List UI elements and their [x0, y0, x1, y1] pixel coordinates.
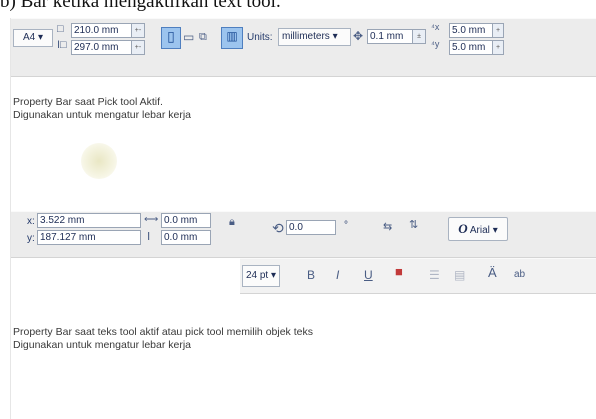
- y-position-input[interactable]: 187.127 mm: [37, 230, 141, 245]
- y-position-label: y:: [27, 233, 35, 244]
- alignment-icon[interactable]: ☰: [429, 267, 440, 283]
- italic-icon[interactable]: I: [336, 267, 339, 283]
- nudge-icon: ✥: [353, 29, 364, 43]
- chevron-down-icon: ▾: [37, 32, 44, 43]
- units-label: Units:: [247, 32, 273, 43]
- object-width-icon: ⟷: [144, 214, 159, 225]
- caption-line: Property Bar saat teks tool aktif atau p…: [13, 326, 313, 338]
- duplicate-distance-x-icon: ⁴x: [431, 22, 440, 32]
- duplicate-distance-y-input[interactable]: 5.0 mm: [449, 40, 493, 55]
- duplicate-distance-x-input[interactable]: 5.0 mm: [449, 23, 493, 38]
- paper-size-value: A4: [22, 32, 36, 43]
- lock-ratio-icon[interactable]: 🔒︎: [229, 214, 235, 230]
- page-height-input[interactable]: 297.0 mm: [71, 40, 132, 55]
- chevron-down-icon: ▾: [271, 270, 277, 281]
- x-position-label: x:: [27, 216, 35, 227]
- x-position-input[interactable]: 3.522 mm: [37, 213, 141, 228]
- caption-pick-tool: Property Bar saat Pick tool Aktif. Digun…: [13, 96, 191, 122]
- font-size-dropdown[interactable]: 24 pt ▾: [242, 265, 280, 287]
- edit-text-icon[interactable]: ab: [514, 267, 525, 283]
- property-bar-text-tool: x: 3.522 mm y: 187.127 mm ⟷ 0.0 mm Ⅰ 0.0…: [11, 211, 596, 258]
- text-color-icon[interactable]: ■: [395, 264, 403, 280]
- object-height-input[interactable]: 0.0 mm: [161, 230, 211, 245]
- paper-size-dropdown[interactable]: A4 ▾: [13, 29, 53, 47]
- mirror-horizontal-icon[interactable]: ⇆: [383, 219, 392, 235]
- caption-line: Digunakan untuk mengatur lebar kerja: [13, 109, 192, 121]
- watermark-logo: [81, 143, 117, 179]
- duplicate-distance-y-icon: ⁴y: [431, 39, 440, 49]
- nudge-stepper[interactable]: ±: [412, 29, 426, 44]
- page-width-stepper[interactable]: +-: [131, 23, 145, 38]
- current-page-icon[interactable]: ▥: [221, 27, 243, 49]
- property-bar-pick-tool: A4 ▾ □ 210.0 mm +- I□ 297.0 mm +- ▯ ▭ ⧉ …: [11, 18, 596, 77]
- bold-icon[interactable]: B: [307, 267, 315, 283]
- caption-line: Digunakan untuk mengatur lebar kerja: [13, 339, 192, 351]
- nudge-distance-input[interactable]: 0.1 mm: [367, 29, 413, 44]
- page-heading: b) Bar ketika mengaktifkan text tool.: [0, 0, 281, 11]
- underline-icon[interactable]: U: [364, 267, 373, 283]
- caption-line: Property Bar saat Pick tool Aktif.: [13, 96, 163, 108]
- units-dropdown[interactable]: millimeters ▾: [278, 28, 351, 46]
- degree-symbol: °: [344, 220, 348, 231]
- page-height-stepper[interactable]: +-: [131, 40, 145, 55]
- all-pages-icon[interactable]: ⧉: [199, 29, 207, 45]
- text-formatting-row: 24 pt ▾ B I U ■ ☰ ▤ Ä ab: [240, 258, 596, 294]
- document-page: A4 ▾ □ 210.0 mm +- I□ 297.0 mm +- ▯ ▭ ⧉ …: [10, 18, 596, 419]
- duplicate-x-stepper[interactable]: +: [492, 23, 504, 38]
- landscape-orientation-icon[interactable]: ▭: [183, 29, 194, 45]
- opentype-font-icon: O: [458, 221, 468, 236]
- character-formatting-icon[interactable]: Ä: [488, 265, 497, 281]
- page-width-input[interactable]: 210.0 mm: [71, 23, 132, 38]
- rotation-icon: ⟲: [272, 220, 284, 236]
- caption-text-tool: Property Bar saat teks tool aktif atau p…: [13, 326, 313, 352]
- portrait-orientation-icon[interactable]: ▯: [161, 27, 181, 49]
- bullet-list-icon[interactable]: ▤: [454, 267, 465, 283]
- duplicate-y-stepper[interactable]: +: [492, 40, 504, 55]
- object-height-icon: Ⅰ: [147, 231, 151, 243]
- rotation-angle-input[interactable]: 0.0: [286, 220, 336, 235]
- font-size-value: 24 pt: [245, 270, 269, 281]
- units-value: millimeters: [282, 31, 330, 42]
- page-height-icon: I□: [57, 39, 67, 51]
- chevron-down-icon: ▾: [332, 31, 338, 42]
- object-width-input[interactable]: 0.0 mm: [161, 213, 211, 228]
- mirror-vertical-icon[interactable]: ⇅: [409, 217, 418, 233]
- page-width-icon: □: [57, 23, 64, 35]
- font-list-dropdown[interactable]: O Arial ▾: [448, 217, 508, 241]
- font-name-value: Arial: [469, 225, 490, 236]
- chevron-down-icon: ▾: [492, 225, 498, 236]
